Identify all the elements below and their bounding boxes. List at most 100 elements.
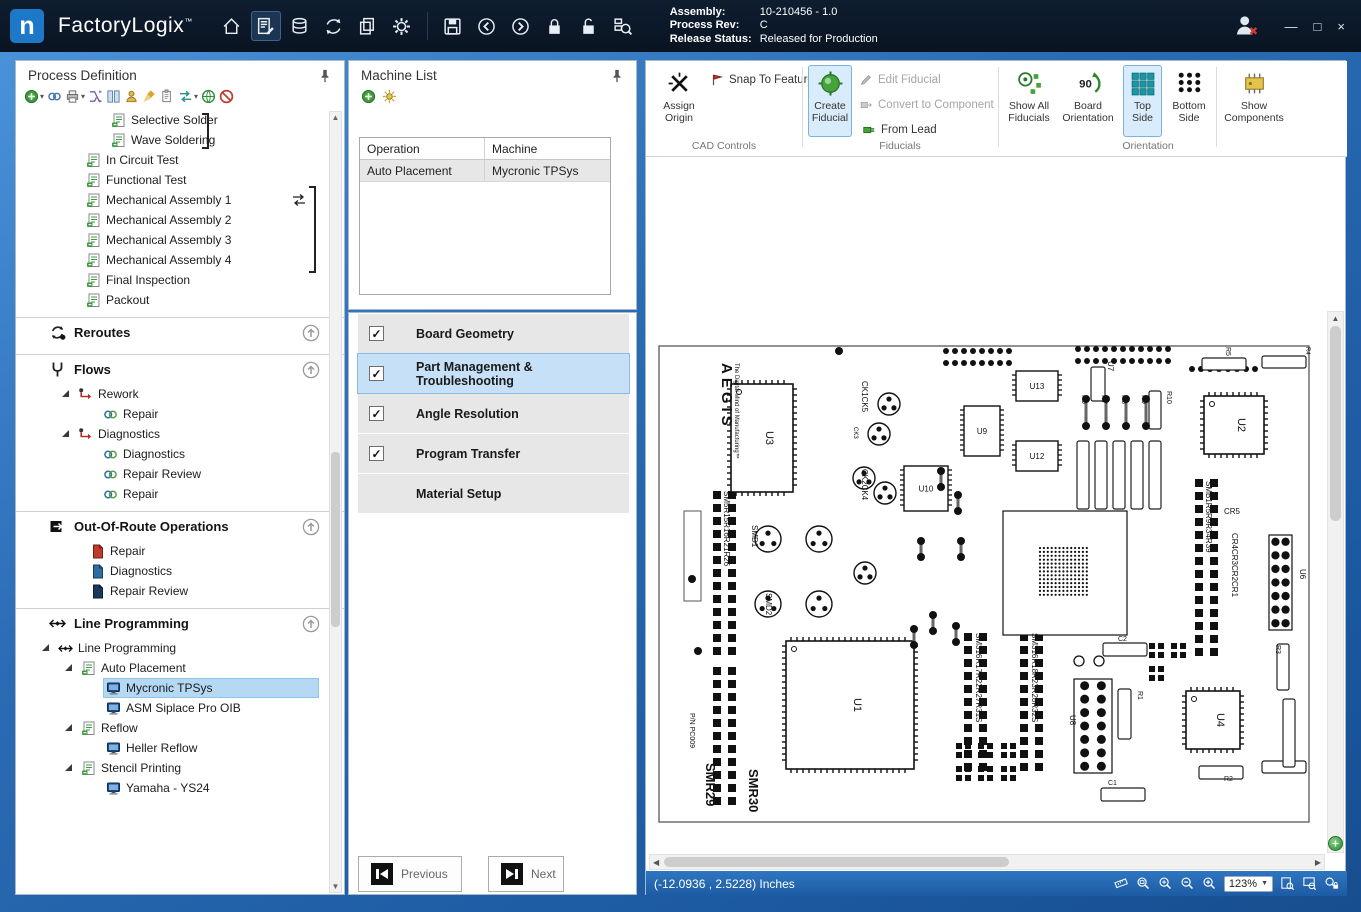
zoom-lock-icon[interactable] (1324, 876, 1339, 891)
scroll-down-icon[interactable]: ▼ (330, 882, 341, 891)
section-out-of-route-operations[interactable]: Out-Of-Route Operations (16, 511, 344, 541)
zoom-dynamic-icon[interactable] (1158, 876, 1173, 891)
paste-icon[interactable] (160, 89, 175, 104)
tree-item-in-circuit-test[interactable]: In Circuit Test (16, 150, 344, 170)
tree-item-yamaha-ys24[interactable]: Yamaha - YS24 (16, 778, 344, 798)
tree-item-packout[interactable]: Packout (16, 290, 344, 310)
process-tree-scrollbar[interactable]: ▲ ▼ (329, 111, 342, 893)
tree-item-diagnostics[interactable]: Diagnostics (16, 561, 344, 581)
pin-icon[interactable] (610, 69, 624, 83)
step-angle-resolution[interactable]: ✓Angle Resolution (358, 394, 629, 433)
zoom-page-icon[interactable] (1280, 876, 1295, 891)
pin-icon[interactable] (318, 69, 332, 83)
close-button[interactable]: × (1337, 19, 1345, 34)
user-blocked-icon[interactable] (1233, 13, 1259, 39)
tree-item-mechanical-assembly-2[interactable]: Mechanical Assembly 2 (16, 210, 344, 230)
zoom-out-icon[interactable] (1180, 876, 1195, 891)
scroll-up-icon[interactable]: ▲ (330, 113, 341, 122)
tree-item-asm-siplace-pro-oib[interactable]: ASM Siplace Pro OIB (16, 698, 344, 718)
scrollbar-thumb[interactable] (331, 452, 340, 627)
tree-item-mechanical-assembly-4[interactable]: Mechanical Assembly 4 (16, 250, 344, 270)
tree-item-stencil-printing[interactable]: Stencil Printing (16, 758, 344, 778)
section-reroutes[interactable]: Reroutes (16, 317, 344, 347)
tree-item-mechanical-assembly-3[interactable]: Mechanical Assembly 3 (16, 230, 344, 250)
create-fiducial-button[interactable]: Create Fiducial (808, 65, 852, 137)
edit-fiducial-button[interactable]: Edit Fiducial (859, 70, 941, 90)
scroll-right-icon[interactable]: ▶ (1315, 858, 1321, 867)
snap-to-feature-button[interactable]: Snap To Feature (710, 70, 814, 90)
tree-item-selective-solder[interactable]: Selective Solder (16, 110, 344, 130)
tree-item-line-programming[interactable]: Line Programming (16, 638, 344, 658)
column-machine[interactable]: Machine (485, 138, 610, 159)
column-operation[interactable]: Operation (360, 138, 485, 159)
machine-row-mycronic-tpsys[interactable]: Auto PlacementMycronic TPSys (360, 160, 610, 182)
sync-icon[interactable] (319, 11, 349, 41)
zoom-extents-icon[interactable] (1302, 876, 1317, 891)
tree-item-diagnostics[interactable]: Diagnostics (16, 424, 344, 444)
board-orientation-button[interactable]: 90 Board Orientation (1058, 65, 1118, 137)
show-all-fiducials-button[interactable]: Show All Fiducials (1003, 65, 1055, 137)
tree-item-mycronic-tpsys[interactable]: Mycronic TPSys (16, 678, 344, 698)
scroll-up-icon[interactable]: ▲ (1328, 314, 1343, 323)
forward-icon[interactable] (506, 11, 536, 41)
tree-item-repair-review[interactable]: Repair Review (16, 581, 344, 601)
dropdown-caret-icon[interactable]: ▾ (81, 92, 85, 101)
tree-item-repair[interactable]: Repair (16, 404, 344, 424)
convert-to-component-button[interactable]: Convert to Component (859, 95, 994, 115)
section-flows[interactable]: Flows (16, 354, 344, 384)
section-line-programming[interactable]: Line Programming (16, 608, 344, 638)
add-icon[interactable] (361, 89, 376, 104)
next-button[interactable]: Next (488, 856, 564, 892)
zoom-window-icon[interactable] (1136, 876, 1151, 891)
step-program-transfer[interactable]: ✓Program Transfer (358, 434, 629, 473)
tree-item-repair[interactable]: Repair (16, 541, 344, 561)
scrollbar-thumb[interactable] (664, 857, 1009, 867)
tree-item-rework[interactable]: Rework (16, 384, 344, 404)
show-components-button[interactable]: Show Components (1222, 65, 1286, 137)
checkbox[interactable]: ✓ (369, 366, 384, 381)
bottom-side-button[interactable]: Bottom Side (1166, 65, 1212, 137)
scrollbar-thumb[interactable] (1330, 326, 1341, 521)
save-icon[interactable] (438, 11, 468, 41)
tree-item-functional-test[interactable]: Functional Test (16, 170, 344, 190)
checkbox[interactable]: ✓ (369, 326, 384, 341)
step-part-management-troubleshooting[interactable]: ✓Part Management & Troubleshooting (358, 354, 629, 393)
print-icon[interactable]: ▾ (65, 89, 85, 104)
transfer-icon[interactable]: ▾ (178, 89, 198, 104)
checkbox[interactable]: ✓ (369, 406, 384, 421)
collapse-section-icon[interactable] (302, 361, 320, 379)
tree-item-auto-placement[interactable]: Auto Placement (16, 658, 344, 678)
checkbox[interactable]: ✓ (369, 446, 384, 461)
zoom-level-select[interactable]: 123%▼ (1224, 876, 1273, 892)
minimize-button[interactable]: — (1285, 19, 1298, 34)
link-icon[interactable] (47, 89, 62, 104)
top-side-button[interactable]: Top Side (1123, 65, 1162, 137)
tree-item-heller-reflow[interactable]: Heller Reflow (16, 738, 344, 758)
collapse-section-icon[interactable] (302, 324, 320, 342)
previous-button[interactable]: Previous (358, 856, 462, 892)
dropdown-caret-icon[interactable]: ▾ (194, 92, 198, 101)
dropdown-caret-icon[interactable]: ▾ (40, 92, 44, 101)
configure-icon[interactable] (382, 89, 397, 104)
tree-item-diagnostics[interactable]: Diagnostics (16, 444, 344, 464)
expander-icon[interactable] (42, 644, 49, 651)
documents-icon[interactable] (353, 11, 383, 41)
clean-icon[interactable] (142, 89, 157, 104)
maximize-button[interactable]: □ (1314, 19, 1322, 34)
collapse-section-icon[interactable] (302, 615, 320, 633)
fit-view-button[interactable] (1328, 836, 1343, 851)
expander-icon[interactable] (65, 664, 72, 671)
expander-icon[interactable] (62, 390, 69, 397)
canvas-vertical-scrollbar[interactable]: ▲ ▼ (1327, 311, 1344, 853)
tree-item-reflow[interactable]: Reflow (16, 718, 344, 738)
process-editor-icon[interactable] (251, 11, 281, 41)
back-icon[interactable] (472, 11, 502, 41)
unlock-icon[interactable] (574, 11, 604, 41)
canvas-horizontal-scrollbar[interactable]: ◀ ▶ (649, 854, 1325, 870)
tree-item-wave-soldering[interactable]: Wave Soldering (16, 130, 344, 150)
lock-icon[interactable] (540, 11, 570, 41)
tree-item-repair-review[interactable]: Repair Review (16, 464, 344, 484)
collapse-section-icon[interactable] (302, 518, 320, 536)
add-icon[interactable]: ▾ (24, 89, 44, 104)
split-icon[interactable] (88, 89, 103, 104)
